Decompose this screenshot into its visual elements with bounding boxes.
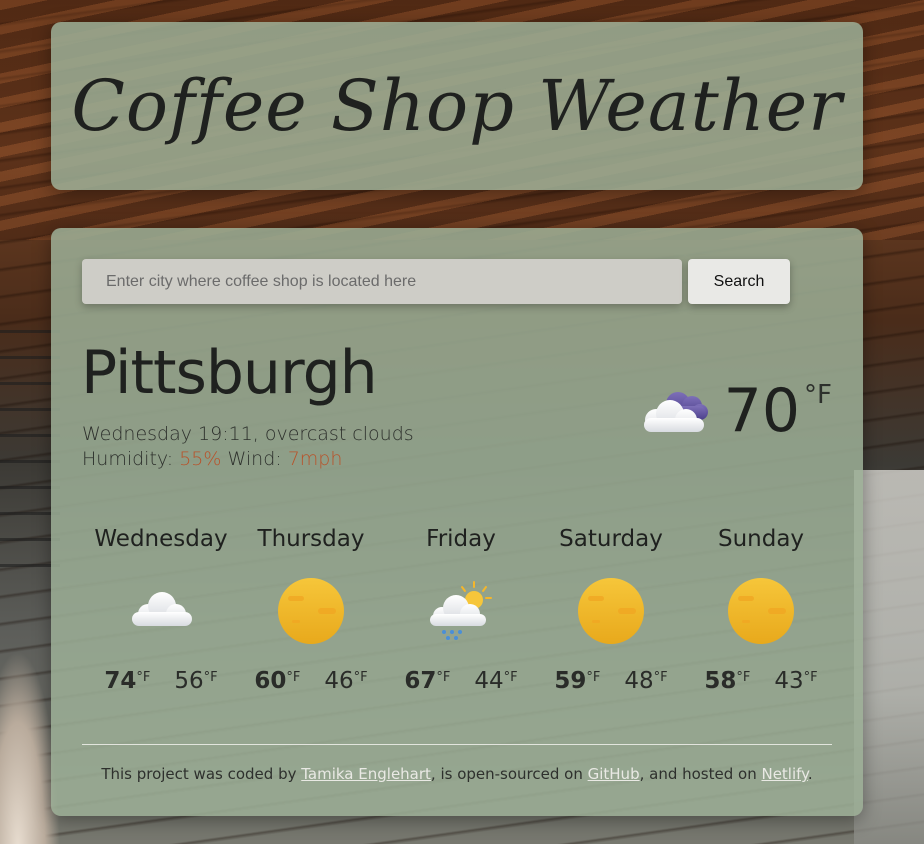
city-name: Pittsburgh [81,338,378,408]
header-card: Coffee Shop Weather [51,22,863,190]
forecast-temps: 59°F 48°F [554,668,667,694]
overcast-clouds-icon [643,392,708,432]
forecast-day: Thursday 60°F 46°F [241,526,381,694]
forecast-high: 58°F [704,668,751,694]
humidity-wind-line: Humidity: 55% Wind: 7mph [82,447,414,472]
current-conditions: Wednesday 19:11, overcast clouds Humidit… [82,422,414,472]
wind-value: 7mph [287,448,343,470]
sun-icon [578,578,644,644]
current-temp-unit: °F [804,380,832,410]
forecast-list: Wednesday 74°F 56°F Thursday 60°F 46°F F… [91,526,831,694]
forecast-temps: 60°F 46°F [254,668,367,694]
footer-credits: This project was coded by Tamika Engleha… [101,765,813,783]
sun-icon [278,578,344,644]
site-title: Coffee Shop Weather [71,65,843,147]
github-link[interactable]: GitHub [588,765,640,783]
forecast-low: 48°F [624,668,668,694]
forecast-day-name: Thursday [257,526,365,552]
footer-divider [82,744,832,745]
forecast-temps: 67°F 44°F [404,668,517,694]
forecast-low: 44°F [474,668,518,694]
netlify-link[interactable]: Netlify [761,765,807,783]
forecast-low: 46°F [324,668,368,694]
forecast-day-name: Wednesday [94,526,228,552]
forecast-day: Wednesday 74°F 56°F [91,526,231,694]
forecast-high: 59°F [554,668,601,694]
forecast-day: Saturday 59°F 48°F [541,526,681,694]
cloud-icon [132,592,192,626]
forecast-temps: 74°F 56°F [104,668,217,694]
search-form: Search [82,259,790,304]
forecast-day-name: Saturday [559,526,663,552]
author-link[interactable]: Tamika Englehart [301,765,431,783]
forecast-day-name: Friday [426,526,496,552]
wind-label: Wind: [227,448,282,470]
humidity-label: Humidity: [82,448,174,470]
background-window [854,470,924,844]
forecast-temps: 58°F 43°F [704,668,817,694]
search-button[interactable]: Search [688,259,790,304]
forecast-high: 60°F [254,668,301,694]
forecast-high: 67°F [404,668,451,694]
forecast-day: Sunday 58°F 43°F [691,526,831,694]
rain-sun-icon [430,581,492,640]
forecast-day-name: Sunday [717,526,805,552]
datetime-description: Wednesday 19:11, overcast clouds [82,423,414,445]
weather-card: Search Pittsburgh Wednesday 19:11, overc… [51,228,863,816]
forecast-low: 43°F [774,668,818,694]
forecast-high: 74°F [104,668,151,694]
current-temp-value: 70 [723,376,801,446]
sun-icon [728,578,794,644]
city-search-input[interactable] [82,259,682,304]
forecast-low: 56°F [174,668,218,694]
humidity-value: 55% [179,448,222,470]
current-temperature: 70 °F [638,378,832,444]
forecast-day: Friday 67°F 44°F [391,526,531,694]
